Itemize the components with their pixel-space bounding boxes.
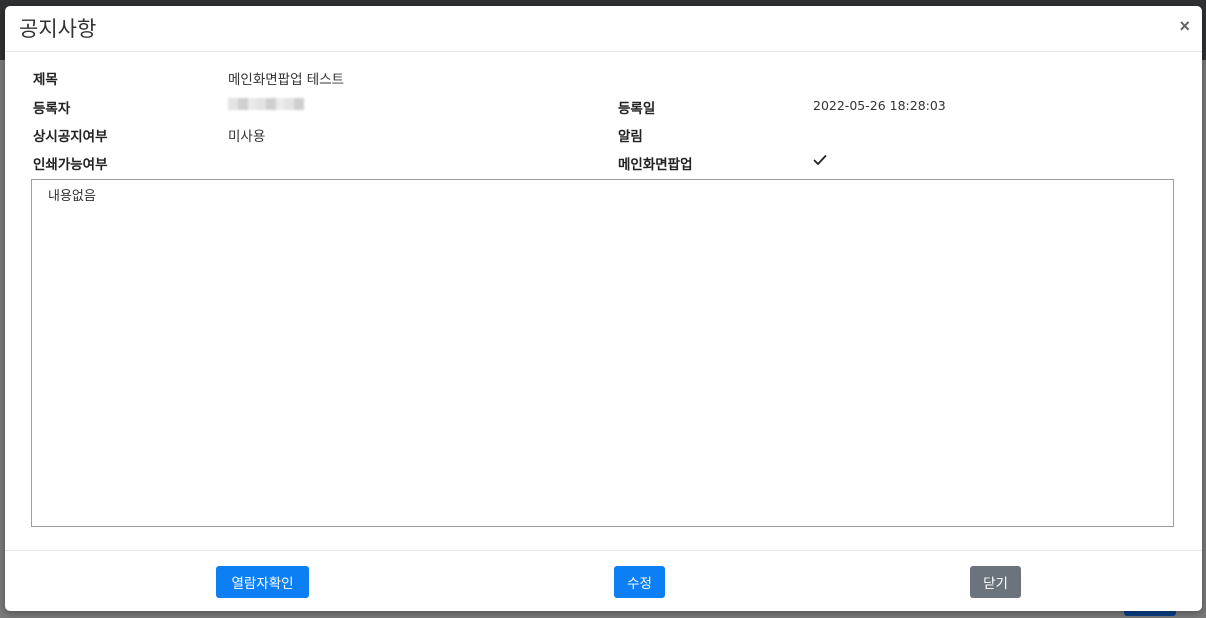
author-label: 등록자 bbox=[33, 101, 71, 117]
author-value-redacted bbox=[228, 98, 304, 110]
main-popup-label: 메인화면팝업 bbox=[618, 157, 693, 173]
pinned-label: 상시공지여부 bbox=[33, 129, 108, 145]
modal-title: 공지사항 bbox=[19, 17, 97, 41]
notice-modal: 공지사항 × 제목 메인화면팝업 테스트 등록자 등록일 2022-05-26 … bbox=[5, 6, 1202, 611]
notice-content: 내용없음 bbox=[31, 179, 1174, 527]
check-icon bbox=[813, 155, 827, 165]
date-label: 등록일 bbox=[618, 101, 656, 117]
pinned-value: 미사용 bbox=[228, 129, 266, 145]
edit-button[interactable]: 수정 bbox=[614, 566, 665, 598]
title-value: 메인화면팝업 테스트 bbox=[228, 72, 345, 88]
date-value: 2022-05-26 18:28:03 bbox=[813, 98, 946, 113]
title-label: 제목 bbox=[33, 72, 58, 88]
close-icon[interactable]: × bbox=[1179, 16, 1190, 36]
check-viewers-button[interactable]: 열람자확인 bbox=[216, 566, 309, 598]
alert-label: 알림 bbox=[618, 129, 643, 145]
modal-header: 공지사항 × bbox=[5, 6, 1202, 52]
close-button[interactable]: 닫기 bbox=[970, 566, 1021, 598]
modal-footer: 열람자확인 수정 닫기 bbox=[5, 550, 1202, 611]
content-text: 내용없음 bbox=[48, 189, 96, 204]
printable-label: 인쇄가능여부 bbox=[33, 157, 108, 173]
